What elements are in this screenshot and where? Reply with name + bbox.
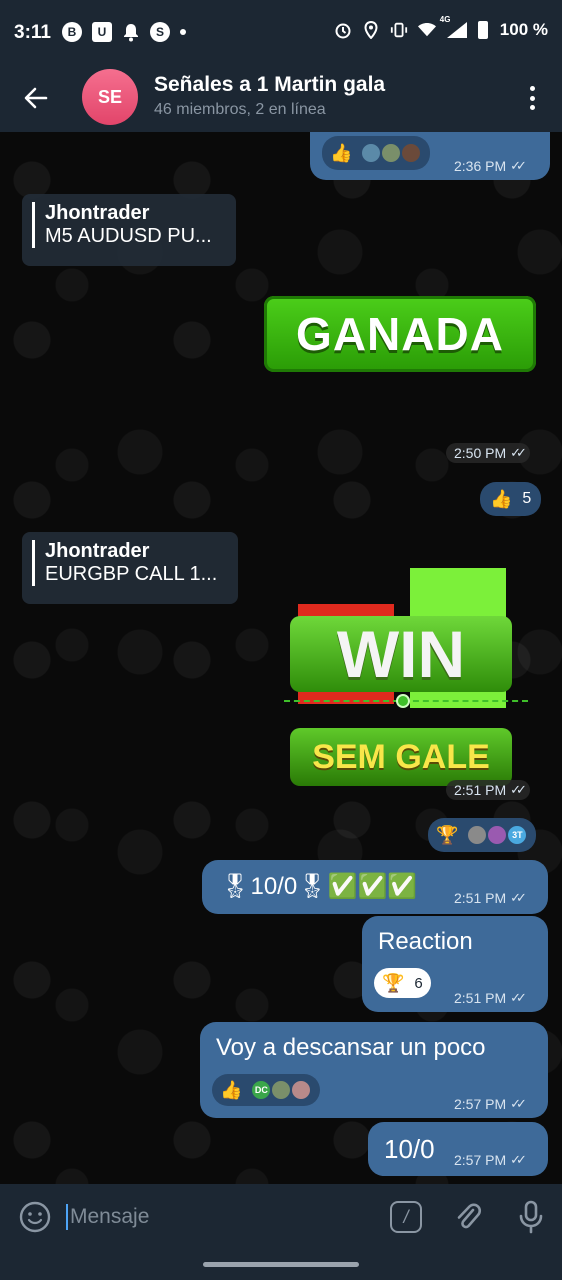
message-bubble[interactable]: 10/0 2:57 PM ✓✓ xyxy=(368,1122,548,1176)
avatar xyxy=(270,1079,293,1101)
chat-area[interactable]: 👍 2:36 PM ✓✓ Jhontrader M5 AUDUSD PU... G… xyxy=(0,132,562,1184)
double-check-icon: ✓✓ xyxy=(510,990,527,1005)
avatar[interactable]: SE xyxy=(82,69,138,125)
sticker-win[interactable]: WIN SEM GALE xyxy=(284,568,528,796)
double-check-icon: ✓✓ xyxy=(510,1152,527,1167)
message-bubble[interactable]: 🎖10/0🎖✅✅✅ 2:51 PM ✓✓ xyxy=(202,860,548,914)
s-circle-icon: S xyxy=(150,22,170,42)
reaction-pill[interactable]: 👍 xyxy=(322,136,431,170)
battery-icon xyxy=(477,21,488,39)
microphone-icon xyxy=(519,1200,543,1234)
avatar: 3T xyxy=(506,824,529,846)
sticker-label-2: SEM GALE xyxy=(312,737,490,776)
chat-subtitle: 46 miembros, 2 en línea xyxy=(154,101,326,118)
status-bar: 3:11 B U S 4G 100 % xyxy=(0,0,562,64)
sticker-ganada[interactable]: GANADA xyxy=(264,296,536,372)
commands-button[interactable]: / xyxy=(390,1201,422,1233)
system-nav-bar xyxy=(0,1250,562,1280)
double-check-icon: ✓✓ xyxy=(510,158,527,173)
trophy-icon: 🏆 xyxy=(436,824,459,845)
message-time: 2:57 PM ✓✓ xyxy=(454,1096,527,1112)
mic-button[interactable] xyxy=(516,1198,546,1236)
attach-button[interactable] xyxy=(452,1198,482,1236)
avatar xyxy=(466,824,489,846)
reaction-pill[interactable]: 🏆 6 xyxy=(374,968,431,998)
reaction-count: 5 xyxy=(522,490,532,507)
location-icon xyxy=(362,21,380,39)
reply-preview[interactable]: Jhontrader EURGBP CALL 1... xyxy=(22,532,238,604)
message-time: 2:57 PM ✓✓ xyxy=(454,1152,527,1168)
arrow-left-icon xyxy=(24,87,48,109)
double-check-icon: ✓✓ xyxy=(510,890,527,905)
chat-header: SE Señales a 1 Martin gala 46 miembros, … xyxy=(0,64,562,132)
more-options-button[interactable] xyxy=(520,84,544,112)
reply-card: Jhontrader EURGBP CALL 1... xyxy=(32,540,228,586)
sticker-label: GANADA xyxy=(296,308,504,360)
reply-card: Jhontrader M5 AUDUSD PU... xyxy=(32,202,226,248)
status-time: 3:11 xyxy=(14,22,51,43)
marker-dot xyxy=(396,694,410,708)
sticker-label: WIN xyxy=(336,617,466,691)
avatar xyxy=(380,142,403,164)
gesture-handle[interactable] xyxy=(203,1262,359,1267)
avatar xyxy=(290,1079,313,1101)
network-label: 4G xyxy=(439,15,451,24)
signal-4g-icon: 4G xyxy=(440,15,468,39)
reaction-count: 6 xyxy=(414,974,423,992)
message-text: Reaction xyxy=(378,928,473,955)
message-time: 2:51 PM ✓✓ xyxy=(446,780,530,800)
message-text: Voy a descansar un poco xyxy=(216,1034,486,1061)
reply-text: EURGBP CALL 1... xyxy=(45,563,218,585)
message-text: 10/0 xyxy=(384,1134,435,1164)
smiley-icon xyxy=(19,1201,51,1233)
reaction-pill[interactable]: 👍 DC xyxy=(212,1074,321,1106)
paperclip-icon xyxy=(457,1203,481,1229)
avatar: DC xyxy=(250,1079,273,1101)
status-icons-right: 4G 100 % xyxy=(334,15,548,40)
avatar xyxy=(360,142,383,164)
message-time: 2:51 PM ✓✓ xyxy=(454,890,527,906)
avatar xyxy=(486,824,509,846)
avatar xyxy=(400,142,423,164)
vibrate-icon xyxy=(390,21,408,39)
message-text: 🎖10/0🎖✅✅✅ xyxy=(220,873,418,900)
message-bubble[interactable]: Voy a descansar un poco 👍 DC 2:57 PM ✓✓ xyxy=(200,1022,548,1118)
reply-text: M5 AUDUSD PU... xyxy=(45,225,212,247)
dot-icon xyxy=(180,29,186,35)
chat-title[interactable]: Señales a 1 Martin gala xyxy=(154,73,385,97)
thumbs-up-icon: 👍 xyxy=(220,1079,243,1100)
back-button[interactable] xyxy=(18,80,54,116)
double-check-icon: ✓✓ xyxy=(510,782,527,797)
status-icons-left: B U S xyxy=(62,22,186,42)
battery-level: 100 % xyxy=(499,20,548,39)
message-input-bar: Mensaje / xyxy=(0,1184,562,1250)
trophy-icon: 🏆 xyxy=(382,972,405,993)
wifi-icon xyxy=(417,21,436,39)
double-check-icon: ✓✓ xyxy=(510,445,527,460)
reaction-pill[interactable]: 🏆 3T xyxy=(428,818,537,852)
win-banner: WIN xyxy=(290,616,512,692)
bell-icon xyxy=(122,22,140,42)
emoji-button[interactable] xyxy=(18,1200,52,1234)
message-time: 2:51 PM ✓✓ xyxy=(454,990,527,1006)
reply-author: Jhontrader xyxy=(45,202,150,224)
message-time: 2:50 PM ✓✓ xyxy=(446,443,530,463)
alarm-icon xyxy=(334,21,352,39)
thumbs-up-icon: 👍 xyxy=(330,142,353,163)
thumbs-up-icon: 👍 xyxy=(490,488,513,509)
b-circle-icon: B xyxy=(62,22,82,42)
message-bubble[interactable]: Reaction 🏆 6 2:51 PM ✓✓ xyxy=(362,916,548,1012)
message-time: 2:36 PM ✓✓ xyxy=(454,158,527,174)
sem-gale-banner: SEM GALE xyxy=(290,728,512,786)
message-input[interactable]: Mensaje xyxy=(66,1204,149,1230)
u-box-icon: U xyxy=(92,22,112,42)
reaction-pill[interactable]: 👍 5 xyxy=(480,482,542,516)
message-bubble[interactable]: 👍 2:36 PM ✓✓ xyxy=(310,132,550,180)
reply-preview[interactable]: Jhontrader M5 AUDUSD PU... xyxy=(22,194,236,266)
reply-author: Jhontrader xyxy=(45,540,150,562)
double-check-icon: ✓✓ xyxy=(510,1096,527,1111)
